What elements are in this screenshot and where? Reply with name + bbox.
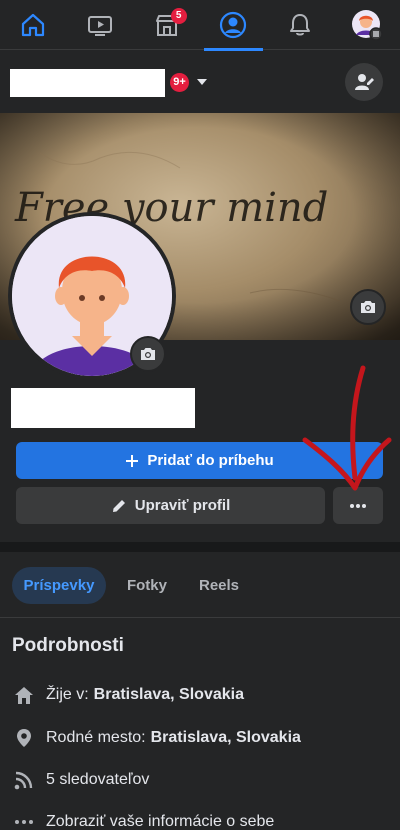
account-notification-badge: 9+ xyxy=(170,73,189,92)
detail-hometown: Rodné mesto: Bratislava, Slovakia xyxy=(12,726,301,750)
nav-profile[interactable] xyxy=(200,0,267,51)
edit-cover-camera-button[interactable] xyxy=(350,289,386,325)
person-edit-icon xyxy=(355,74,374,90)
rss-feed-icon xyxy=(12,768,36,792)
edit-profile-label: Upraviť profil xyxy=(134,497,231,514)
profile-name-bar: 9+ xyxy=(0,51,400,113)
nav-menu[interactable] xyxy=(333,0,400,50)
more-dots-icon xyxy=(350,503,366,508)
marketplace-badge: 5 xyxy=(170,8,187,24)
avatar-menu-icon xyxy=(351,10,383,41)
profile-tabs: Príspevky Fotky Reels xyxy=(0,552,400,618)
home-icon xyxy=(12,683,36,707)
hometown-label: Rodné mesto: xyxy=(46,729,146,746)
annotation-arrow-icon xyxy=(302,365,392,491)
location-pin-icon xyxy=(12,726,36,750)
nav-notifications[interactable] xyxy=(267,0,334,50)
about-info-label: Zobraziť vaše informácie o sebe xyxy=(46,813,275,830)
video-icon xyxy=(88,16,112,36)
redacted-profile-name xyxy=(10,69,165,97)
tab-posts[interactable]: Príspevky xyxy=(12,567,106,604)
edit-avatar-camera-button[interactable] xyxy=(130,336,166,372)
edit-profile-button[interactable]: Upraviť profil xyxy=(16,487,325,524)
redacted-full-name xyxy=(11,388,195,428)
home-icon xyxy=(22,13,45,37)
nav-home[interactable] xyxy=(0,0,67,50)
profile-icon xyxy=(220,11,247,39)
add-to-story-label: Pridať do príbehu xyxy=(147,452,274,469)
section-divider xyxy=(0,542,400,552)
tab-photos[interactable]: Fotky xyxy=(115,567,179,604)
top-navigation: 5 xyxy=(0,0,400,51)
lives-in-value[interactable]: Bratislava, Slovakia xyxy=(94,686,244,704)
detail-lives-in: Žije v: Bratislava, Slovakia xyxy=(12,683,244,707)
plus-icon xyxy=(126,454,139,467)
tab-reels[interactable]: Reels xyxy=(187,567,251,604)
more-dots-icon xyxy=(12,810,36,830)
chevron-down-icon[interactable] xyxy=(197,79,207,85)
profile-settings-button[interactable] xyxy=(345,63,383,101)
details-heading: Podrobnosti xyxy=(12,635,124,656)
camera-icon xyxy=(141,348,155,360)
bell-icon xyxy=(290,14,311,36)
hometown-value[interactable]: Bratislava, Slovakia xyxy=(151,729,301,747)
pencil-icon xyxy=(112,499,125,512)
more-options-button[interactable] xyxy=(333,487,383,524)
followers-count: 5 sledovateľov xyxy=(46,771,150,788)
camera-icon xyxy=(361,301,375,313)
nav-watch[interactable] xyxy=(67,0,134,50)
detail-about-link[interactable]: Zobraziť vaše informácie o sebe xyxy=(12,810,274,830)
lives-in-label: Žije v: xyxy=(46,686,89,703)
detail-followers[interactable]: 5 sledovateľov xyxy=(12,768,149,792)
add-to-story-button[interactable]: Pridať do príbehu xyxy=(16,442,383,479)
nav-marketplace[interactable]: 5 xyxy=(133,0,200,50)
